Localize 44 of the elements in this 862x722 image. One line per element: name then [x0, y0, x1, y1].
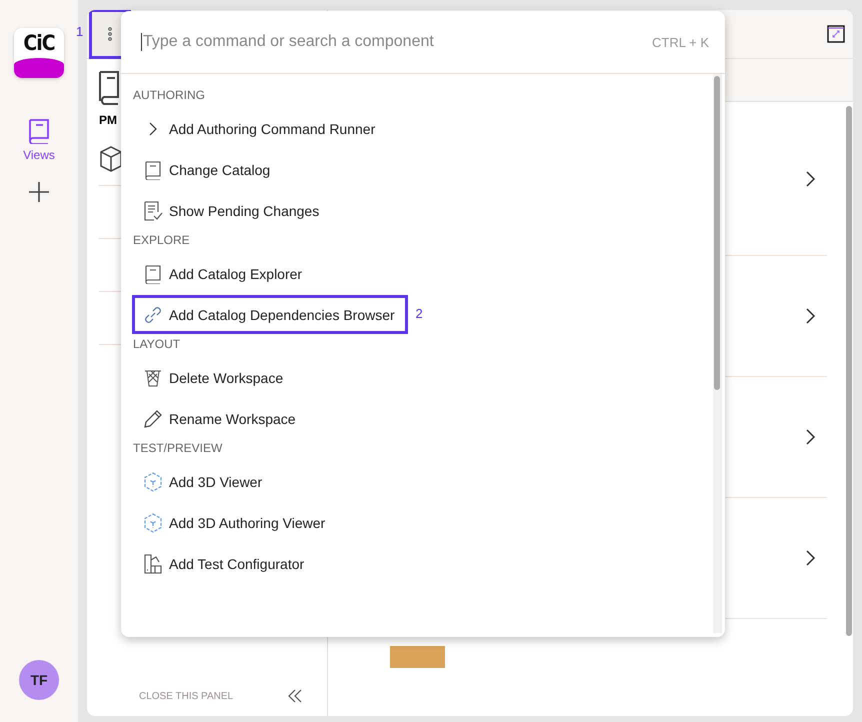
double-chevron-left-icon[interactable]	[287, 688, 303, 704]
keyboard-shortcut: CTRL + K	[652, 34, 709, 50]
expand-icon[interactable]	[827, 25, 845, 43]
command-item[interactable]: Show Pending Changes	[133, 192, 332, 229]
configurator-icon	[143, 554, 163, 574]
command-item[interactable]: Change Catalog	[133, 151, 282, 188]
command-item[interactable]: Add Catalog Explorer	[133, 255, 314, 292]
book-icon	[144, 160, 162, 180]
group-heading: LAYOUT	[133, 337, 182, 351]
cabinet-thumbnail	[390, 646, 445, 668]
group-heading: EXPLORE	[133, 233, 191, 247]
checklist-icon	[143, 200, 163, 220]
plus-icon[interactable]	[27, 180, 51, 204]
annotation-number: 2	[415, 306, 423, 321]
cube-icon	[143, 512, 163, 532]
trash-icon	[144, 368, 162, 388]
command-item[interactable]: Add 3D Viewer	[133, 463, 274, 500]
chevron-right-icon[interactable]	[805, 307, 817, 325]
pencil-icon	[143, 408, 163, 428]
box-icon	[99, 146, 123, 172]
panel-heading: PM	[99, 113, 117, 127]
book-icon	[99, 71, 119, 105]
command-item[interactable]: Delete Workspace	[133, 359, 296, 396]
cube-icon	[143, 472, 163, 492]
logo-text: CiC	[23, 33, 55, 53]
book-icon	[144, 264, 162, 284]
command-item[interactable]: Add Authoring Command Runner	[133, 110, 388, 147]
link-icon	[143, 304, 163, 324]
scrollbar[interactable]	[846, 106, 852, 636]
command-item[interactable]: Add 3D Authoring Viewer	[133, 504, 338, 541]
book-icon	[28, 118, 50, 144]
group-heading: AUTHORING	[133, 88, 206, 102]
chevron-right-icon[interactable]	[805, 549, 817, 567]
command-item[interactable]: Rename Workspace	[133, 400, 308, 437]
scrollbar[interactable]	[713, 74, 722, 633]
command-item[interactable]: Add Test Configurator	[133, 545, 316, 582]
kebab-menu-icon	[108, 27, 112, 41]
chevron-right-icon[interactable]	[805, 170, 817, 188]
user-avatar[interactable]: TF	[19, 660, 59, 700]
annotation-number: 1	[76, 24, 84, 39]
views-nav-item[interactable]: Views	[23, 118, 55, 162]
group-heading: TEST/PREVIEW	[133, 441, 224, 455]
chevron-right-icon[interactable]	[805, 428, 817, 446]
logo-swoosh	[14, 58, 64, 78]
